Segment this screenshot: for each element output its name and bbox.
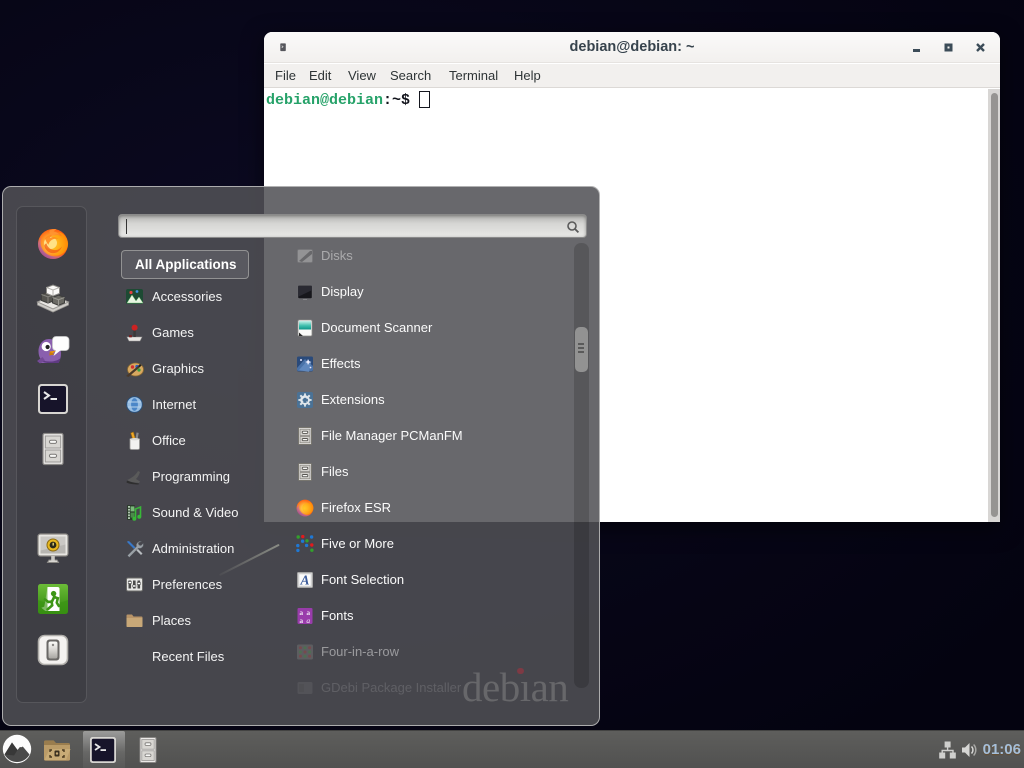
svg-text:A: A xyxy=(299,573,309,588)
svg-text:a: a xyxy=(306,616,310,625)
svg-text:a: a xyxy=(299,616,303,625)
